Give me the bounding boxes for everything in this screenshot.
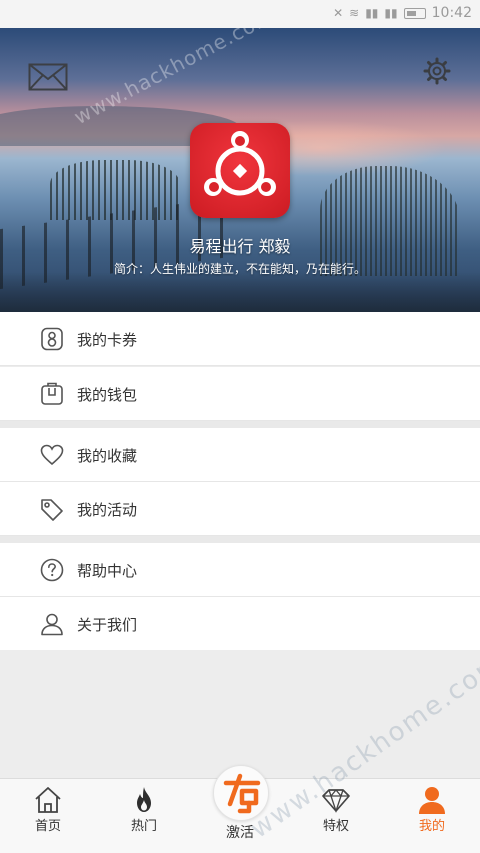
menu-label: 关于我们: [77, 616, 138, 634]
menu-label: 帮助中心: [77, 562, 138, 580]
signal-icon-2: ▮▮: [384, 6, 398, 20]
help-icon: [40, 558, 64, 582]
username: 易程出行 郑毅: [189, 237, 291, 256]
menu-label: 我的活动: [77, 501, 138, 519]
battery-icon: [403, 7, 426, 19]
tab-home[interactable]: 首页: [14, 779, 82, 853]
coupon-icon: [41, 327, 63, 351]
avatar[interactable]: [190, 123, 290, 218]
signal-icon: ▮▮: [365, 6, 379, 20]
status-bar: ✕ ≋ ▮▮ ▮▮ 10:42: [0, 0, 480, 28]
status-time: 10:42: [431, 5, 472, 21]
menu-item-favorites[interactable]: 我的收藏: [0, 428, 480, 482]
profile-icon: [419, 787, 445, 814]
profile-header: 易程出行 郑毅 简介：人生伟业的建立，不在能知，乃在能行。 www.hackho…: [0, 28, 480, 312]
user-bio: 简介：人生伟业的建立，不在能知，乃在能行。: [113, 262, 366, 276]
tag-icon: [41, 499, 63, 521]
menu-item-help[interactable]: 帮助中心: [0, 543, 480, 597]
menu-label: 我的收藏: [77, 447, 138, 465]
menu-item-activities[interactable]: 我的活动: [0, 482, 480, 536]
status-icons: ✕ ≋ ▮▮ ▮▮ 10:42: [333, 5, 472, 21]
menu-item-coupons[interactable]: 我的卡券: [0, 312, 480, 366]
section-divider: [0, 536, 480, 543]
wifi-icon: ≋: [349, 6, 360, 20]
mute-icon: ✕: [333, 6, 344, 20]
tab-label: 特权: [322, 819, 349, 834]
home-icon: [35, 787, 61, 813]
section-divider: [0, 421, 480, 428]
menu-label: 我的卡券: [77, 331, 138, 349]
flame-icon: [137, 787, 151, 812]
user-icon: [41, 613, 63, 636]
tab-label: 我的: [418, 819, 445, 834]
menu-item-about[interactable]: 关于我们: [0, 597, 480, 651]
tab-hot[interactable]: 热门: [110, 779, 178, 853]
tab-label: 首页: [34, 819, 61, 834]
wallet-icon: [41, 382, 63, 405]
tab-label: 热门: [130, 819, 157, 834]
tab-mine[interactable]: 我的: [398, 779, 466, 853]
menu-label: 我的钱包: [77, 386, 138, 404]
mail-icon[interactable]: [28, 63, 68, 91]
gear-icon[interactable]: [423, 57, 451, 85]
scenery: [0, 272, 480, 312]
menu-item-wallet[interactable]: 我的钱包: [0, 367, 480, 421]
bottom-tab-bar: 首页 热门 激活 特权 我的: [0, 765, 480, 853]
heart-icon: [40, 444, 64, 466]
